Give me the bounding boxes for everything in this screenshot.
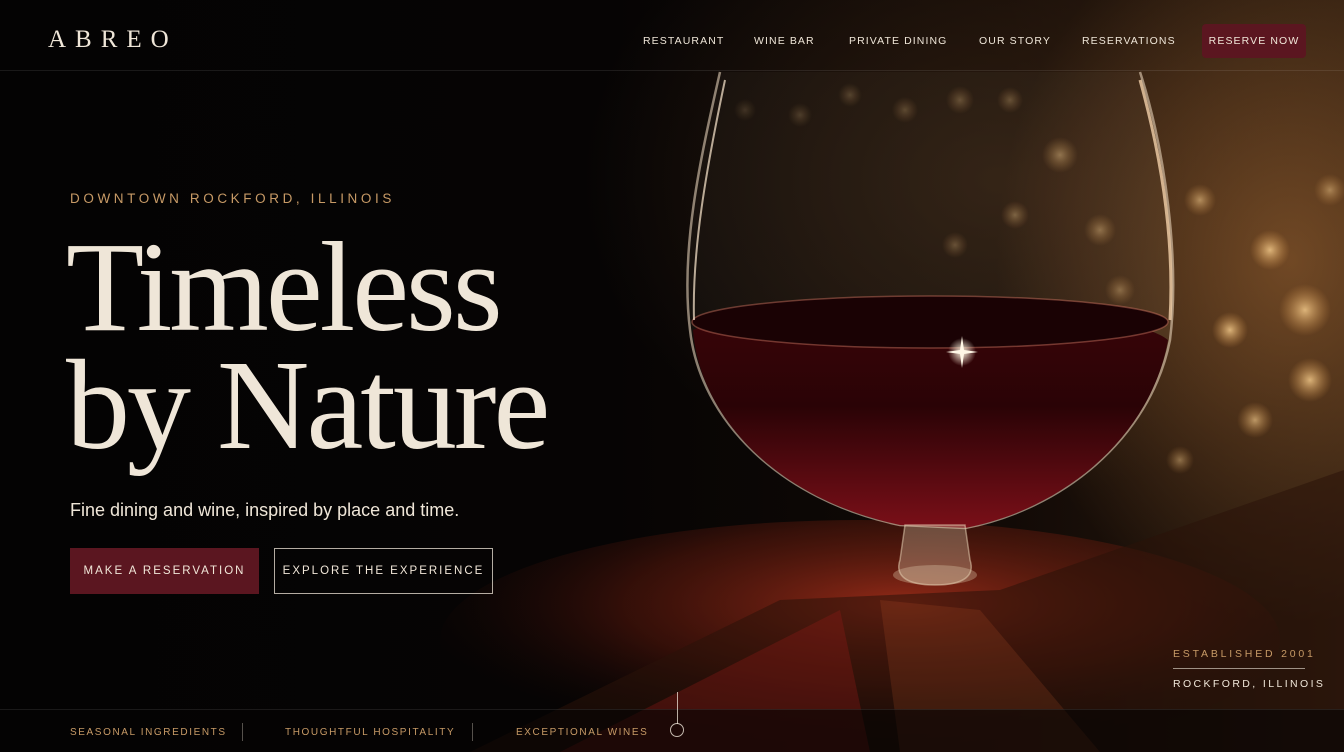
established-location: ROCKFORD, ILLINOIS bbox=[1173, 678, 1326, 690]
scroll-indicator-line bbox=[677, 692, 678, 724]
feature-divider bbox=[242, 723, 243, 741]
established-badge: ESTABLISHED 2001 ROCKFORD, ILLINOIS bbox=[1173, 648, 1326, 690]
feature-seasonal-ingredients: SEASONAL INGREDIENTS bbox=[70, 727, 227, 738]
established-label: ESTABLISHED 2001 bbox=[1173, 648, 1316, 660]
scroll-indicator-icon[interactable] bbox=[670, 723, 684, 737]
hero-eyebrow: DOWNTOWN ROCKFORD, ILLINOIS bbox=[70, 191, 395, 206]
nav-item-our-story[interactable]: OUR STORY bbox=[979, 35, 1051, 47]
reserve-now-button[interactable]: RESERVE NOW bbox=[1202, 24, 1306, 58]
nav-item-restaurant[interactable]: RESTAURANT bbox=[643, 35, 724, 47]
hero-headline-line-2: by Nature bbox=[66, 334, 550, 476]
feature-divider bbox=[472, 723, 473, 741]
nav-item-reservations[interactable]: RESERVATIONS bbox=[1082, 35, 1176, 47]
make-reservation-button[interactable]: MAKE A RESERVATION bbox=[70, 548, 259, 594]
nav-item-wine-bar[interactable]: WINE BAR bbox=[754, 35, 815, 47]
top-navigation-bar: ABREO RESTAURANT WINE BAR PRIVATE DINING… bbox=[0, 0, 1344, 71]
feature-exceptional-wines: EXCEPTIONAL WINES bbox=[516, 727, 649, 738]
nav-item-private-dining[interactable]: PRIVATE DINING bbox=[849, 35, 947, 47]
explore-experience-button[interactable]: EXPLORE THE EXPERIENCE bbox=[274, 548, 493, 594]
hero-subheading: Fine dining and wine, inspired by place … bbox=[70, 500, 460, 520]
hero-headline: Timeless by Nature bbox=[66, 216, 666, 476]
main-nav: RESTAURANT WINE BAR PRIVATE DINING OUR S… bbox=[0, 35, 1344, 49]
established-divider bbox=[1173, 668, 1305, 669]
feature-thoughtful-hospitality: THOUGHTFUL HOSPITALITY bbox=[285, 727, 456, 738]
hero-headline-line-1: Timeless bbox=[66, 216, 503, 358]
